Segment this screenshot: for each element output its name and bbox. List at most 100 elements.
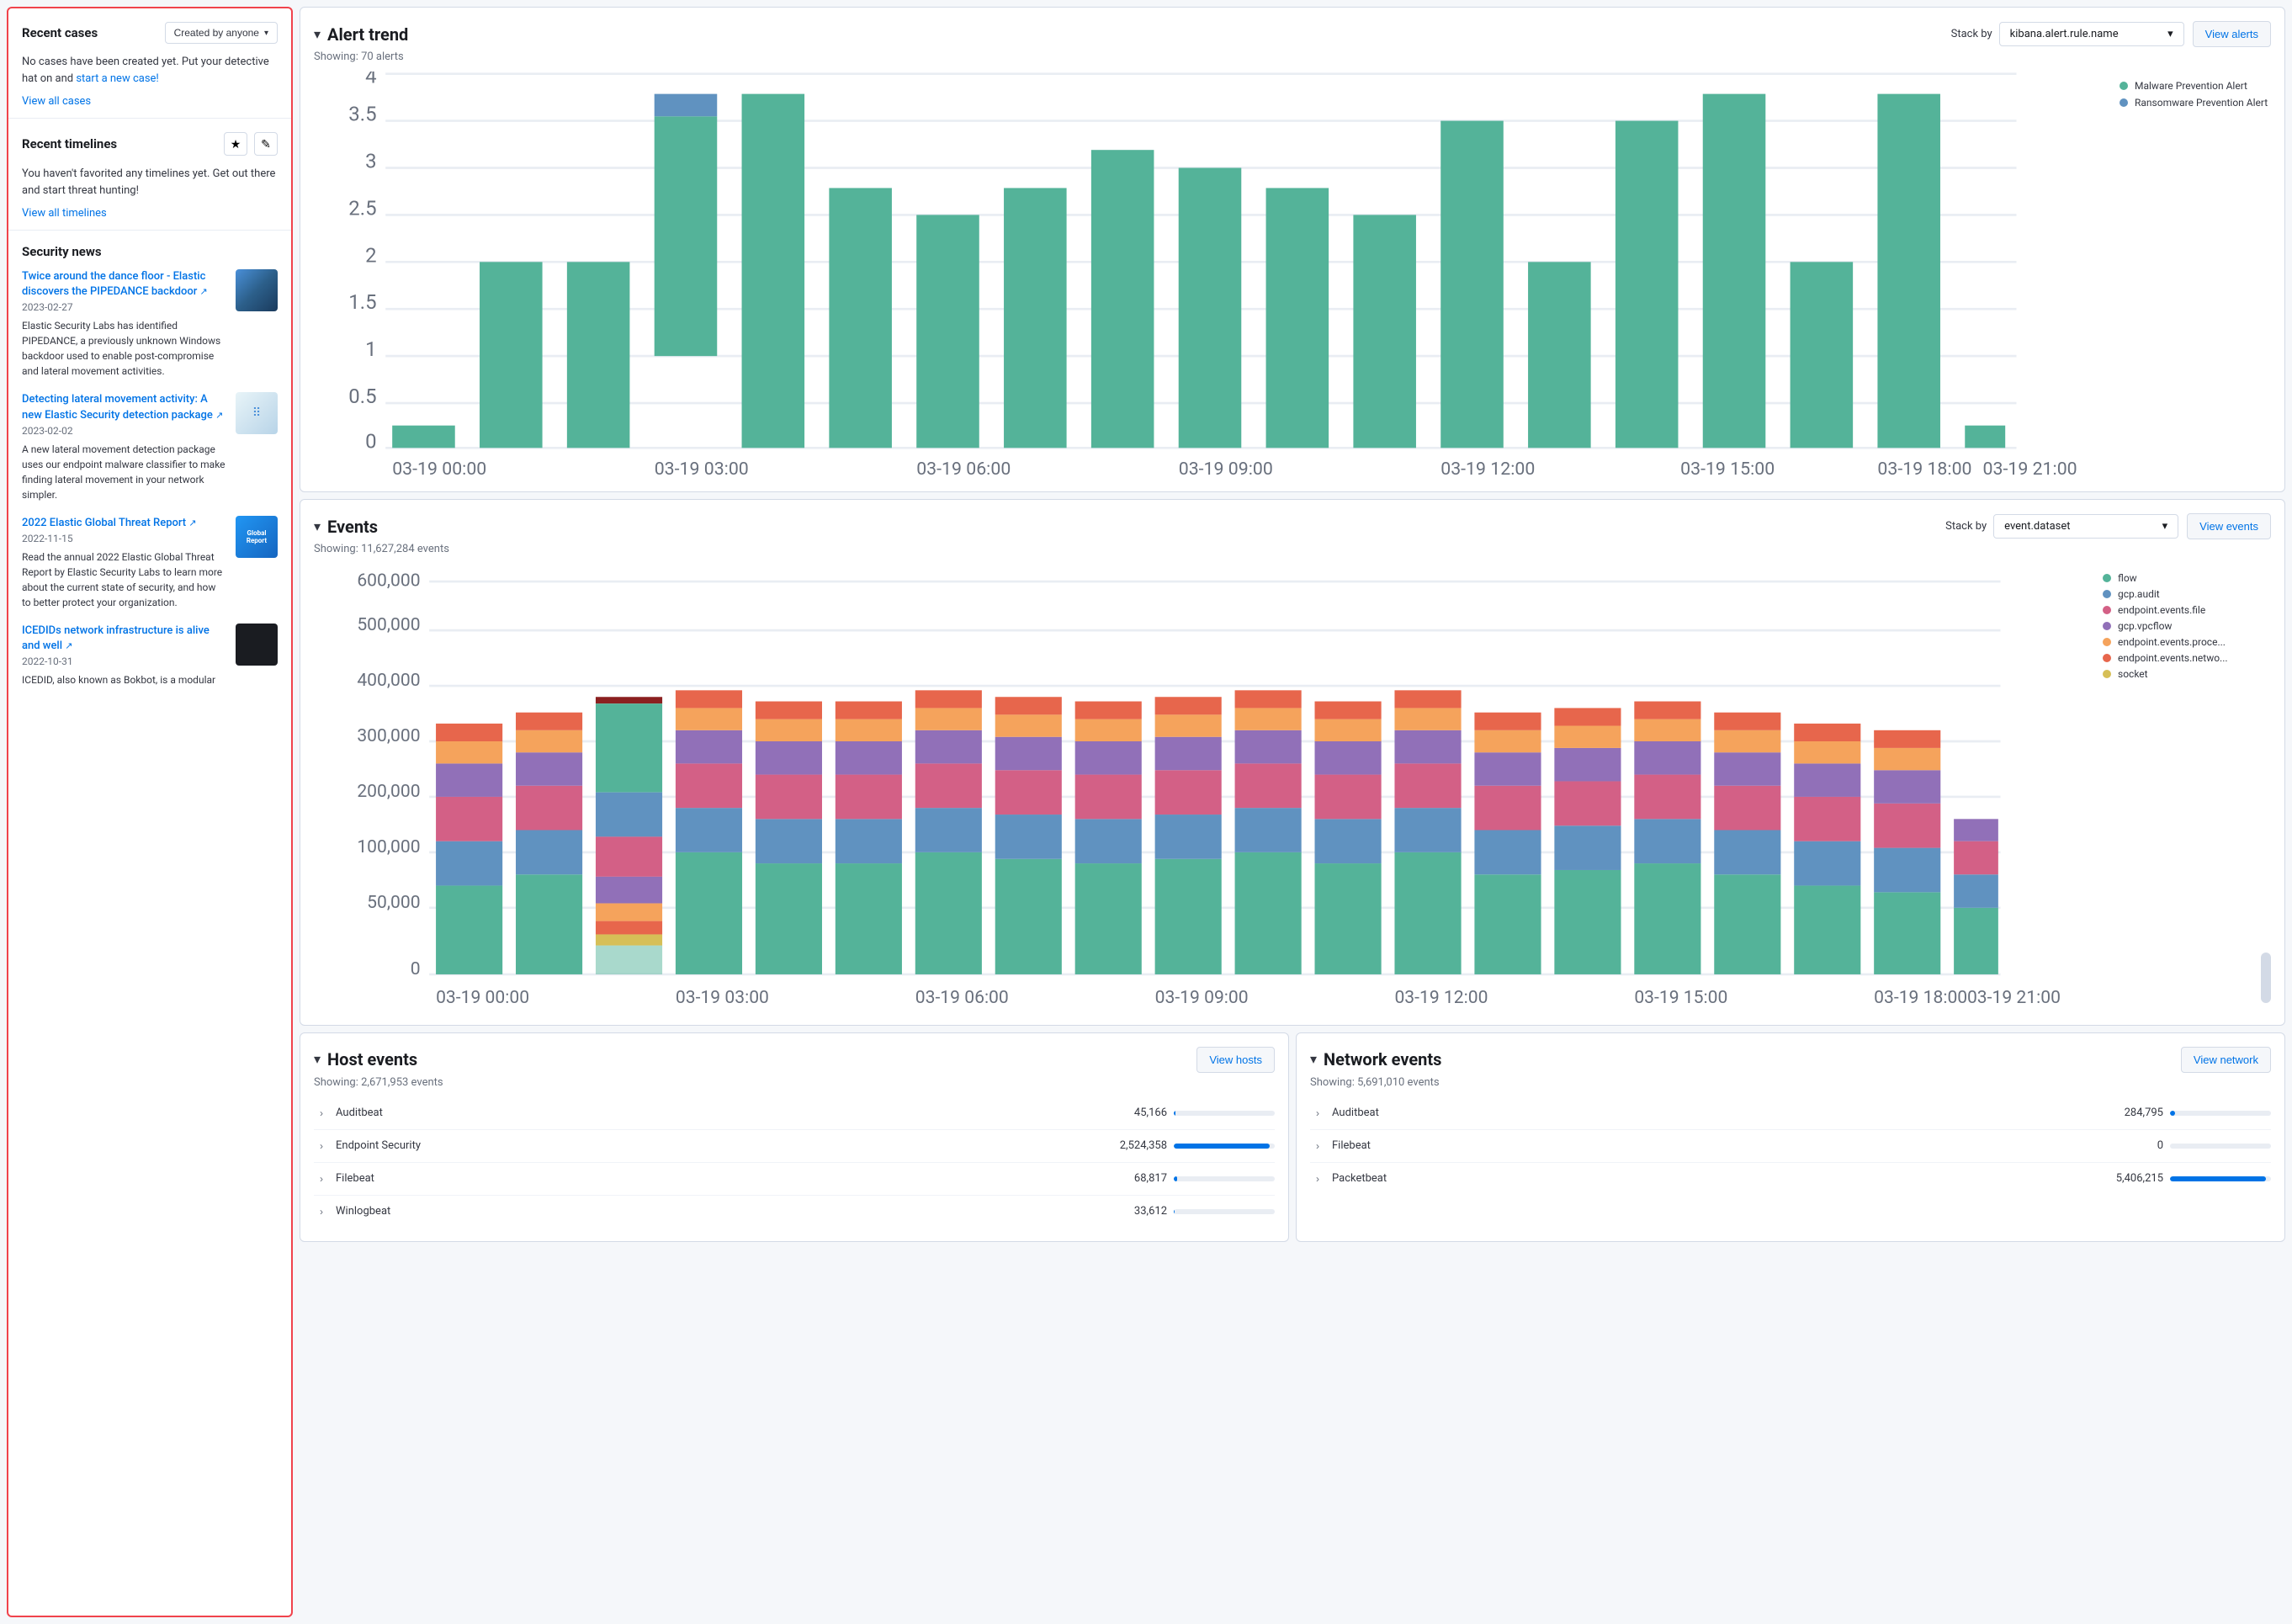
dropdown-label: Created by anyone xyxy=(174,27,259,39)
legend-item: Ransomware Prevention Alert xyxy=(2120,97,2271,109)
legend-color-dot xyxy=(2103,606,2111,614)
expand-net-auditbeat-button[interactable]: › xyxy=(1310,1106,1325,1121)
created-by-dropdown[interactable]: Created by anyone ▾ xyxy=(165,22,278,44)
legend-label: gcp.vpcflow xyxy=(2118,620,2172,632)
recent-cases-header: Recent cases Created by anyone ▾ xyxy=(22,22,278,44)
auditbeat-count: 45,166 xyxy=(1100,1107,1167,1119)
recent-cases-title: Recent cases xyxy=(22,25,98,40)
network-events-header: ▾ Network events View network xyxy=(1310,1047,2271,1073)
new-timeline-icon-button[interactable]: ✎ xyxy=(254,132,278,156)
expand-winlogbeat-button[interactable]: › xyxy=(314,1204,329,1219)
net-filebeat-bar-container xyxy=(2170,1144,2271,1149)
left-sidebar: Recent cases Created by anyone ▾ No case… xyxy=(7,7,293,1617)
packetbeat-count: 5,406,215 xyxy=(2096,1172,2163,1185)
legend-color-dot xyxy=(2103,622,2111,630)
expand-filebeat-button[interactable]: › xyxy=(314,1171,329,1186)
favorites-icon-button[interactable]: ★ xyxy=(224,132,247,156)
alert-trend-title: Alert trend xyxy=(327,24,408,45)
recent-cases-section: Recent cases Created by anyone ▾ No case… xyxy=(8,8,291,119)
alert-trend-legend: Malware Prevention Alert Ransomware Prev… xyxy=(2120,72,2271,478)
svg-text:03-19 15:00: 03-19 15:00 xyxy=(1634,987,1727,1007)
news-desc-1: Elastic Security Labs has identified PIP… xyxy=(22,318,225,379)
legend-color-dot xyxy=(2120,82,2128,90)
list-item: ICEDIDs network infrastructure is alive … xyxy=(22,624,278,687)
alert-trend-collapse-button[interactable]: ▾ xyxy=(314,26,321,43)
news-image-4 xyxy=(236,624,278,666)
events-showing-text: Showing: 11,627,284 events xyxy=(314,543,2271,555)
events-collapse-button[interactable]: ▾ xyxy=(314,518,321,535)
expand-auditbeat-button[interactable]: › xyxy=(314,1106,329,1121)
host-events-collapse-button[interactable]: ▾ xyxy=(314,1051,321,1068)
legend-item: endpoint.events.proce... xyxy=(2103,636,2271,648)
winlogbeat-label: Winlogbeat xyxy=(336,1205,1093,1218)
svg-text:400,000: 400,000 xyxy=(357,670,420,691)
svg-text:50,000: 50,000 xyxy=(367,892,420,913)
view-hosts-button[interactable]: View hosts xyxy=(1196,1047,1275,1073)
no-cases-text: No cases have been created yet. Put your… xyxy=(22,54,278,87)
legend-label: Malware Prevention Alert xyxy=(2135,80,2247,92)
legend-item: Malware Prevention Alert xyxy=(2120,80,2271,92)
news-title-4[interactable]: ICEDIDs network infrastructure is alive … xyxy=(22,624,225,654)
news-title-2[interactable]: Detecting lateral movement activity: A n… xyxy=(22,392,225,422)
legend-label: flow xyxy=(2118,572,2137,584)
legend-label: endpoint.events.netwo... xyxy=(2118,652,2228,664)
view-all-timelines-link[interactable]: View all timelines xyxy=(22,207,278,220)
news-desc-4: ICEDID, also known as Bokbot, is a modul… xyxy=(22,672,225,687)
svg-text:600,000: 600,000 xyxy=(357,571,420,592)
svg-text:4: 4 xyxy=(365,72,376,88)
legend-item: gcp.audit xyxy=(2103,588,2271,600)
list-item: Detecting lateral movement activity: A n… xyxy=(22,392,278,502)
alert-showing-text: Showing: 70 alerts xyxy=(314,50,2271,63)
network-events-collapse-button[interactable]: ▾ xyxy=(1310,1051,1317,1068)
host-events-showing-text: Showing: 2,671,953 events xyxy=(314,1076,1275,1089)
view-all-cases-link[interactable]: View all cases xyxy=(22,95,278,108)
host-events-title: Host events xyxy=(327,1049,417,1069)
chevron-down-icon: ▾ xyxy=(264,29,268,38)
expand-packetbeat-button[interactable]: › xyxy=(1310,1171,1325,1186)
auditbeat-bar xyxy=(1174,1111,1175,1116)
svg-text:3.5: 3.5 xyxy=(348,103,376,126)
alert-trend-header: ▾ Alert trend Stack by kibana.alert.rule… xyxy=(314,21,2271,47)
legend-label: socket xyxy=(2118,668,2148,680)
view-events-button[interactable]: View events xyxy=(2187,513,2271,539)
scrollbar[interactable] xyxy=(2261,953,2271,1003)
start-new-case-link[interactable]: start a new case! xyxy=(76,72,158,85)
legend-label: gcp.audit xyxy=(2118,588,2160,600)
svg-text:100,000: 100,000 xyxy=(357,836,420,857)
view-alerts-button[interactable]: View alerts xyxy=(2193,21,2271,47)
filebeat-label: Filebeat xyxy=(336,1172,1093,1185)
svg-text:2: 2 xyxy=(365,243,376,267)
security-news-section: Security news Twice around the dance flo… xyxy=(8,231,291,711)
svg-text:3: 3 xyxy=(365,149,376,172)
network-events-list: › Auditbeat 284,795 › Filebeat 0 xyxy=(1310,1097,2271,1195)
events-stack-by-select[interactable]: event.dataset ▾ xyxy=(1993,514,2178,539)
news-desc-3: Read the annual 2022 Elastic Global Thre… xyxy=(22,549,225,610)
news-image-1 xyxy=(236,269,278,311)
legend-label: Ransomware Prevention Alert xyxy=(2135,97,2268,109)
packetbeat-bar xyxy=(2170,1176,2266,1181)
svg-text:03-19 09:00: 03-19 09:00 xyxy=(1155,987,1249,1007)
timeline-icon-group: ★ ✎ xyxy=(224,132,278,156)
security-news-title: Security news xyxy=(22,244,278,259)
endpoint-count: 2,524,358 xyxy=(1100,1139,1167,1152)
expand-endpoint-button[interactable]: › xyxy=(314,1138,329,1154)
list-item: Twice around the dance floor - Elastic d… xyxy=(22,269,278,379)
bottom-row: ▾ Host events View hosts Showing: 2,671,… xyxy=(300,1032,2285,1242)
news-title-3[interactable]: 2022 Elastic Global Threat Report ↗ xyxy=(22,516,225,531)
news-title-1[interactable]: Twice around the dance floor - Elastic d… xyxy=(22,269,225,300)
events-chart-area: 0 50,000 100,000 200,000 300,000 400,000… xyxy=(314,564,2271,1011)
svg-text:500,000: 500,000 xyxy=(357,614,420,635)
winlogbeat-bar xyxy=(1174,1209,1175,1214)
svg-text:03-19 21:00: 03-19 21:00 xyxy=(1983,459,2077,475)
table-row: › Auditbeat 45,166 xyxy=(314,1097,1275,1130)
events-stack-by-label: Stack by xyxy=(1945,520,1987,533)
svg-text:03-19 18:00: 03-19 18:00 xyxy=(1874,987,1967,1007)
chevron-down-icon: ▾ xyxy=(2162,520,2168,533)
expand-net-filebeat-button[interactable]: › xyxy=(1310,1138,1325,1154)
alert-stack-by-select[interactable]: kibana.alert.rule.name ▾ xyxy=(1999,22,2184,46)
legend-color-dot xyxy=(2103,638,2111,646)
view-network-button[interactable]: View network xyxy=(2181,1047,2271,1073)
network-events-card: ▾ Network events View network Showing: 5… xyxy=(1296,1032,2285,1242)
table-row: › Endpoint Security 2,524,358 xyxy=(314,1130,1275,1163)
events-bar-chart-svg: 0 50,000 100,000 200,000 300,000 400,000… xyxy=(314,564,2089,1008)
